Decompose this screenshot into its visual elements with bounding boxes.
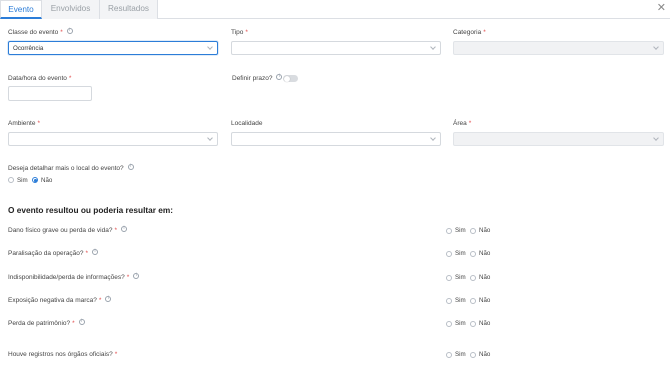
info-icon[interactable] xyxy=(127,164,134,171)
tab-evento[interactable]: Evento xyxy=(0,0,42,19)
tipo-select[interactable] xyxy=(231,41,441,55)
chevron-down-icon xyxy=(430,45,436,51)
question-sim-radio[interactable] xyxy=(446,351,452,358)
detalhar-nao-radio[interactable] xyxy=(32,177,38,183)
question-label: Dano físico grave ou perda de vida? * xyxy=(8,226,127,234)
question-sim-label: Sim xyxy=(455,250,466,257)
question-nao-radio[interactable] xyxy=(470,227,476,234)
question-nao-radio[interactable] xyxy=(470,250,476,257)
info-icon[interactable] xyxy=(276,74,283,81)
question-label: Paralisação da operação? * xyxy=(8,249,99,257)
question-nao-radio[interactable] xyxy=(470,320,476,327)
chevron-down-icon xyxy=(653,136,659,142)
ambiente-select[interactable] xyxy=(8,132,218,146)
chevron-down-icon xyxy=(207,45,213,51)
question-nao-label: Não xyxy=(479,274,491,281)
chevron-down-icon xyxy=(653,45,659,51)
area-label: Área * xyxy=(453,120,472,127)
detalhar-label: Deseja detalhar mais o local do evento? xyxy=(8,164,134,172)
toggle-knob xyxy=(283,75,290,82)
question-sim-radio[interactable] xyxy=(446,274,452,281)
ambiente-label: Ambiente * xyxy=(8,120,40,127)
section-title: O evento resultou ou poderia resultar em… xyxy=(8,205,174,215)
categoria-label: Categoria * xyxy=(453,29,486,36)
data-hora-label: Data/hora do evento * xyxy=(8,75,72,82)
question-nao-label: Não xyxy=(479,320,491,327)
question-sim-radio[interactable] xyxy=(446,297,452,304)
tipo-label: Tipo * xyxy=(231,29,248,36)
question-nao-radio[interactable] xyxy=(470,351,476,358)
info-icon[interactable] xyxy=(92,249,99,256)
categoria-select xyxy=(453,41,664,55)
tab-bar: Evento Envolvidos Resultados ✕ xyxy=(0,0,670,19)
question-nao-label: Não xyxy=(479,250,491,257)
tab-envolvidos[interactable]: Envolvidos xyxy=(42,0,100,19)
question-sim-label: Sim xyxy=(455,227,466,234)
localidade-select[interactable] xyxy=(231,132,441,146)
detalhar-sim-label: Sim xyxy=(17,176,28,184)
info-icon[interactable] xyxy=(105,296,112,303)
question-sim-label: Sim xyxy=(455,351,466,358)
question-nao-label: Não xyxy=(479,351,491,358)
question-label: Perda de patrimônio? * xyxy=(8,319,85,327)
area-select xyxy=(453,132,664,146)
localidade-label: Localidade xyxy=(231,120,263,127)
question-sim-label: Sim xyxy=(455,297,466,304)
info-icon[interactable] xyxy=(120,226,127,233)
chevron-down-icon xyxy=(207,136,213,142)
detalhar-nao-label: Não xyxy=(41,176,53,184)
question-sim-radio[interactable] xyxy=(446,250,452,257)
classe-value: Ocorrência xyxy=(13,44,44,52)
prazo-toggle[interactable] xyxy=(283,75,298,82)
question-sim-label: Sim xyxy=(455,274,466,281)
info-icon[interactable] xyxy=(66,28,73,35)
data-hora-input[interactable] xyxy=(8,86,92,101)
question-nao-radio[interactable] xyxy=(470,297,476,304)
question-label: Indisponibilidade/perda de informações? * xyxy=(8,273,140,281)
prazo-label: Definir prazo? xyxy=(232,74,283,82)
tab-resultados[interactable]: Resultados xyxy=(100,0,158,19)
detalhar-sim-radio[interactable] xyxy=(8,177,14,183)
info-icon[interactable] xyxy=(133,273,140,280)
question-label: Houve registros nos órgãos oficiais? * xyxy=(8,351,118,358)
question-sim-radio[interactable] xyxy=(446,227,452,234)
classe-select[interactable]: Ocorrência xyxy=(8,41,218,55)
question-nao-label: Não xyxy=(479,297,491,304)
info-icon[interactable] xyxy=(78,319,85,326)
question-nao-radio[interactable] xyxy=(470,274,476,281)
question-sim-label: Sim xyxy=(455,320,466,327)
close-icon[interactable]: ✕ xyxy=(657,2,666,14)
question-nao-label: Não xyxy=(479,227,491,234)
question-sim-radio[interactable] xyxy=(446,320,452,327)
question-label: Exposição negativa da marca? * xyxy=(8,296,112,304)
chevron-down-icon xyxy=(430,136,436,142)
classe-label: Classe do evento * xyxy=(8,28,73,36)
